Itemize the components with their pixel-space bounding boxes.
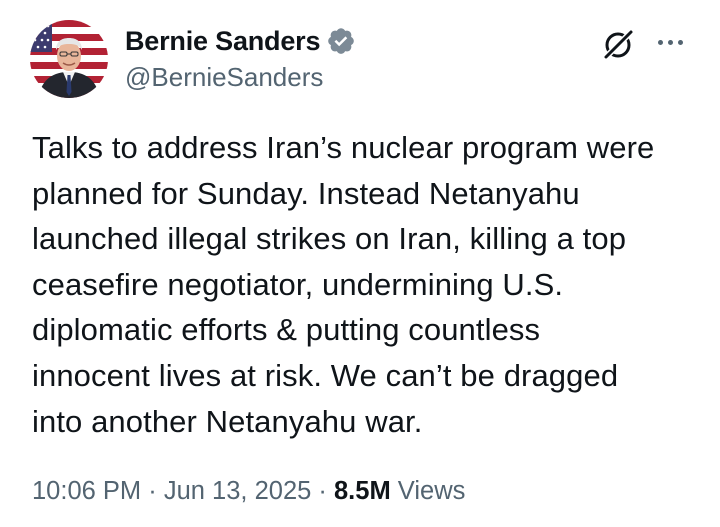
more-dot xyxy=(667,39,673,45)
meta-separator: · xyxy=(148,477,157,505)
more-dot xyxy=(657,39,663,45)
author-display-name[interactable]: Bernie Sanders xyxy=(125,26,320,57)
tweet-time[interactable]: 10:06 PM xyxy=(32,477,141,505)
views-count[interactable]: 8.5M xyxy=(334,477,391,505)
views-label[interactable]: Views xyxy=(398,477,466,505)
more-dot xyxy=(677,39,683,45)
author-handle[interactable]: @BernieSanders xyxy=(125,62,323,93)
grok-icon[interactable] xyxy=(600,26,636,62)
more-options-icon[interactable] xyxy=(652,28,688,56)
tweet-meta: 10:06 PM · Jun 13, 2025 · 8.5M Views xyxy=(32,477,465,506)
verified-badge-icon[interactable] xyxy=(326,26,356,56)
author-name-row[interactable]: Bernie Sanders xyxy=(125,24,356,58)
tweet-text: Talks to address Iran’s nuclear program … xyxy=(32,130,655,439)
meta-separator: · xyxy=(318,477,327,505)
avatar-image xyxy=(30,20,108,98)
avatar[interactable] xyxy=(30,20,108,98)
tweet-card: Bernie Sanders @BernieSanders Talks to a… xyxy=(0,0,720,527)
tweet-date[interactable]: Jun 13, 2025 xyxy=(164,477,311,505)
